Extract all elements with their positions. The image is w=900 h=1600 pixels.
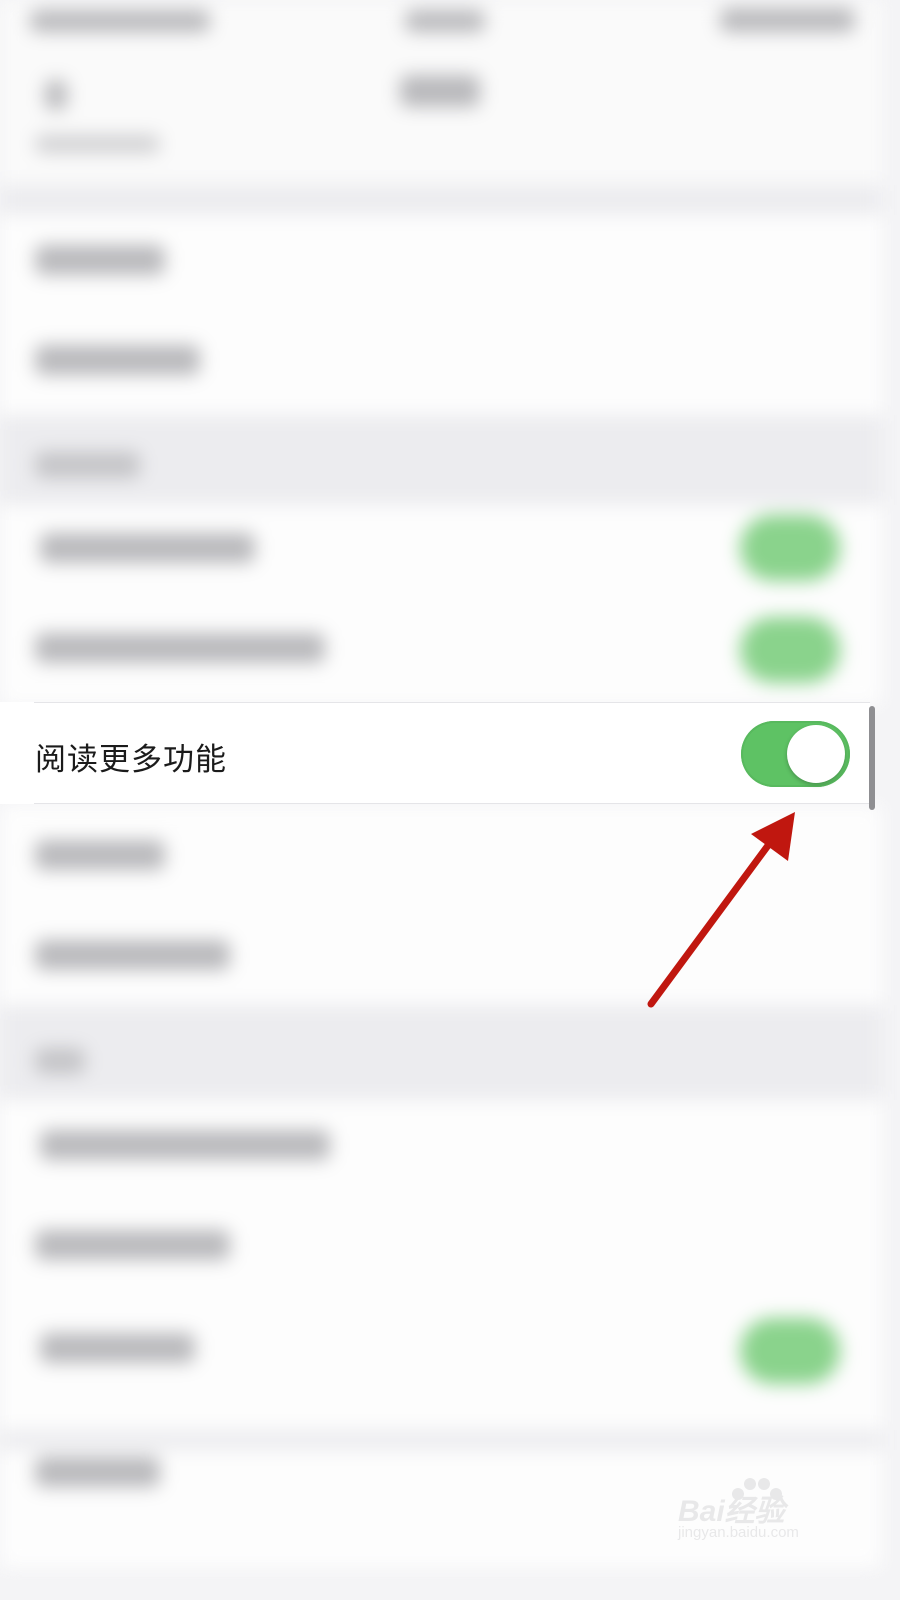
list-item[interactable] xyxy=(40,1130,330,1160)
list-item[interactable] xyxy=(40,533,255,563)
list-item[interactable] xyxy=(35,840,165,870)
list-item[interactable] xyxy=(35,1457,160,1487)
list-item[interactable] xyxy=(35,345,200,375)
toggle-switch[interactable] xyxy=(740,1318,840,1384)
toggle-switch[interactable] xyxy=(740,515,840,581)
read-more-toggle[interactable] xyxy=(741,721,850,787)
divider xyxy=(34,803,870,804)
setting-label: 阅读更多功能 xyxy=(35,742,227,778)
list-item[interactable] xyxy=(40,1333,195,1363)
toggle-switch[interactable] xyxy=(740,617,840,683)
scroll-indicator[interactable] xyxy=(869,706,875,810)
baidu-watermark: Bai经验 jingyan.baidu.com xyxy=(672,1472,842,1552)
divider xyxy=(34,702,870,703)
toggle-knob xyxy=(787,725,845,783)
list-item[interactable] xyxy=(35,1230,230,1260)
nav-title xyxy=(400,75,480,107)
status-time xyxy=(30,10,210,32)
back-icon[interactable] xyxy=(45,80,67,110)
list-item[interactable] xyxy=(35,633,325,663)
list-item[interactable] xyxy=(35,940,230,970)
watermark-url: jingyan.baidu.com xyxy=(678,1524,799,1541)
list-item[interactable] xyxy=(35,245,165,275)
